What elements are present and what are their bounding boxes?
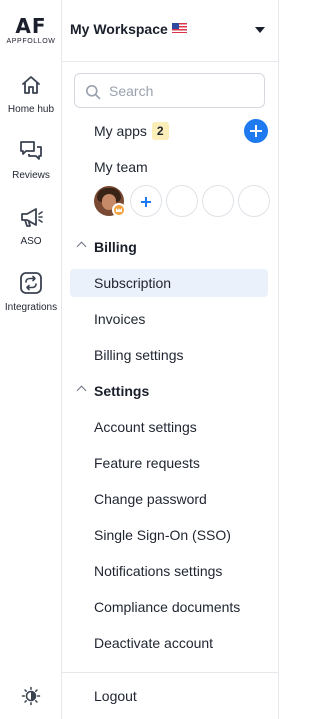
menu-item-label: Account settings — [94, 419, 197, 435]
theme-toggle-icon[interactable] — [21, 686, 41, 706]
logo-subtext: APPFOLLOW — [6, 38, 56, 45]
menu-item-account-settings[interactable]: Account settings — [70, 413, 268, 441]
menu-item-label: Change password — [94, 491, 207, 507]
menu-item-label: Subscription — [94, 275, 172, 291]
menu-item-billing-settings[interactable]: Billing settings — [70, 341, 268, 369]
rail-item-home-hub[interactable]: Home hub — [0, 72, 62, 115]
menu-item-label: Single Sign-On (SSO) — [94, 527, 231, 543]
rail-item-aso[interactable]: ASO — [0, 204, 62, 247]
workspace-switcher[interactable]: My Workspace — [62, 0, 279, 62]
workspace-name: My Workspace — [70, 21, 168, 37]
my-apps-count-badge: 2 — [151, 122, 169, 140]
home-icon — [22, 76, 40, 94]
menu-item-label: Feature requests — [94, 455, 200, 471]
rail-label-reviews: Reviews — [12, 170, 50, 181]
megaphone-icon — [21, 208, 43, 227]
integrations-icon — [20, 272, 42, 294]
empty-member-slot[interactable] — [202, 185, 234, 217]
divider — [62, 672, 279, 673]
menu-item-label: Deactivate account — [94, 635, 214, 651]
menu-item-label: Invoices — [94, 311, 146, 327]
menu-item-label: Compliance documents — [94, 599, 241, 615]
search-icon — [86, 85, 101, 100]
chevron-up-icon — [76, 241, 87, 252]
rail-label-integrations: Integrations — [4, 302, 58, 313]
logo-mark: AF — [15, 14, 47, 38]
logout-label: Logout — [94, 688, 137, 704]
search-box[interactable] — [74, 73, 265, 108]
empty-member-slot[interactable] — [166, 185, 198, 217]
empty-member-slot[interactable] — [238, 185, 270, 217]
chevron-up-icon — [76, 385, 87, 396]
menu-item-feature-requests[interactable]: Feature requests — [70, 449, 268, 477]
caret-down-icon[interactable] — [255, 27, 265, 33]
team-members-row — [94, 185, 274, 217]
my-apps-label-wrap: My apps 2 — [94, 117, 169, 145]
settings-section-title: Settings — [94, 383, 150, 399]
my-team-label: My team — [94, 159, 148, 175]
my-apps-label: My apps — [94, 123, 147, 139]
my-apps-link[interactable]: My apps 2 — [70, 117, 268, 145]
workspace-panel: My Workspace My apps2 My team Billing Su… — [62, 0, 279, 719]
logout-button[interactable]: Logout — [70, 682, 268, 710]
search-input[interactable] — [109, 81, 259, 101]
billing-section-title: Billing — [94, 239, 137, 255]
menu-item-change-password[interactable]: Change password — [70, 485, 268, 513]
invite-member-button[interactable] — [130, 185, 162, 217]
menu-item-deactivate-account[interactable]: Deactivate account — [70, 629, 268, 657]
menu-item-sso[interactable]: Single Sign-On (SSO) — [70, 521, 268, 549]
menu-item-label: Notifications settings — [94, 563, 223, 579]
menu-item-subscription[interactable]: Subscription — [70, 269, 268, 297]
my-team-link[interactable]: My team — [70, 153, 268, 181]
settings-section-toggle[interactable]: Settings — [70, 377, 268, 405]
chat-bubbles-icon — [20, 141, 42, 160]
billing-section-toggle[interactable]: Billing — [70, 233, 268, 261]
left-rail: AF APPFOLLOW Home hub Reviews ASO Integr… — [0, 0, 62, 719]
menu-item-notifications-settings[interactable]: Notifications settings — [70, 557, 268, 585]
us-flag-icon — [171, 23, 187, 33]
add-app-button[interactable] — [244, 119, 268, 143]
workspace-name-wrap: My Workspace — [70, 21, 187, 37]
rail-label-aso: ASO — [20, 236, 42, 247]
rail-item-reviews[interactable]: Reviews — [0, 138, 62, 181]
owner-crown-icon — [112, 203, 126, 217]
appfollow-logo[interactable]: AF APPFOLLOW — [0, 16, 62, 45]
rail-label-home-hub: Home hub — [7, 104, 55, 115]
menu-item-compliance-documents[interactable]: Compliance documents — [70, 593, 268, 621]
rail-item-integrations[interactable]: Integrations — [0, 270, 62, 313]
menu-item-label: Billing settings — [94, 347, 184, 363]
menu-item-invoices[interactable]: Invoices — [70, 305, 268, 333]
